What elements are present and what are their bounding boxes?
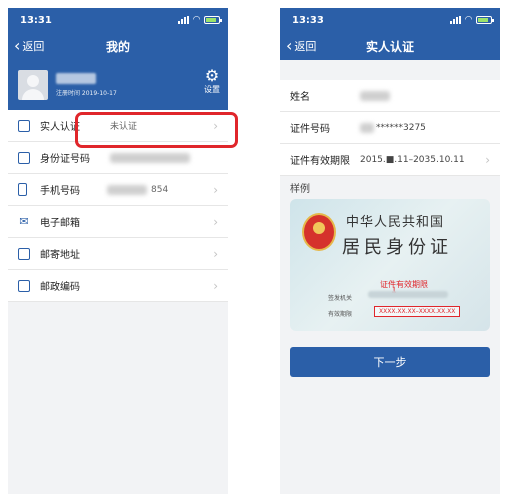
menu-label: 身份证号码 [40, 154, 90, 165]
field-validity-period[interactable]: 证件有效期限 2015.■.11–2035.10.11 › [280, 144, 500, 176]
issuer-value-redacted [368, 291, 448, 298]
issuer-label: 签发机关 [328, 295, 353, 302]
chevron-left-icon: ‹ [286, 36, 293, 55]
phone-suffix: 854 [151, 184, 169, 195]
phone-icon [18, 183, 27, 196]
nav-bar: ‹ 返回 实人认证 [280, 32, 500, 60]
profile-register-date: 注册时间 2019-10-17 [56, 90, 117, 97]
id-card-icon [18, 119, 30, 132]
menu-item-postal-code[interactable]: 邮政编码 › [8, 270, 228, 302]
redacted-value [360, 122, 374, 133]
profile-name-redacted [56, 73, 96, 84]
menu-label: 邮政编码 [40, 282, 80, 293]
chevron-right-icon: › [213, 214, 218, 229]
settings-label: 设置 [204, 85, 220, 94]
id-card-icon [18, 151, 30, 164]
back-label: 返回 [22, 40, 45, 53]
battery-icon [476, 16, 494, 24]
header: 13:33 ◠ ‹ 返回 实人认证 [280, 8, 500, 60]
redacted-value [360, 90, 390, 101]
status-bar: 13:31 ◠ [8, 8, 228, 32]
address-icon [18, 247, 30, 260]
wifi-icon: ◠ [193, 14, 200, 25]
field-label: 证件有效期限 [290, 156, 350, 167]
profile-card: 注册时间 2019-10-17 ⚙ 设置 [8, 60, 228, 110]
menu-item-phone[interactable]: 手机号码 854 › [8, 174, 228, 206]
field-value: 2015.■.11–2035.10.11 [360, 154, 465, 165]
chevron-right-icon: › [213, 246, 218, 261]
mail-icon: ✉ [19, 214, 29, 228]
field-label: 姓名 [290, 92, 310, 103]
chevron-right-icon: › [213, 182, 218, 197]
chevron-left-icon: ‹ [14, 36, 21, 55]
status-time: 13:31 [20, 14, 52, 26]
header: 13:31 ◠ ‹ 返回 我的 注册时间 2019-10-17 ⚙ 设置 [8, 8, 228, 110]
sample-section-label: 样例 [290, 184, 310, 195]
settings-button[interactable]: ⚙ 设置 [204, 68, 220, 95]
field-name: 姓名 [280, 80, 500, 112]
national-emblem-icon [302, 213, 336, 251]
card-title: 居民身份证 [342, 237, 452, 258]
phone-screen-right: 13:33 ◠ ‹ 返回 实人认证 姓名 证件号码 ******3275 证件有… [280, 8, 500, 494]
menu-label: 电子邮箱 [40, 218, 80, 229]
gear-icon: ⚙ [204, 66, 220, 85]
identity-form: 姓名 证件号码 ******3275 证件有效期限 2015.■.11–2035… [280, 80, 500, 176]
signal-icon [450, 16, 462, 24]
menu-label: 邮寄地址 [40, 250, 80, 261]
avatar[interactable] [18, 70, 48, 100]
id-card-sample: 中华人民共和国 居民身份证 证件有效期限 ↓ 签发机关 有效期限 XXXX.XX… [290, 199, 490, 331]
chevron-right-icon: › [485, 152, 490, 167]
battery-icon [204, 16, 222, 24]
nav-bar: ‹ 返回 我的 [8, 32, 228, 60]
status-bar: 13:33 ◠ [280, 8, 500, 32]
redacted-value [110, 152, 190, 163]
signal-icon [178, 16, 190, 24]
chevron-right-icon: › [213, 278, 218, 293]
wifi-icon: ◠ [465, 14, 472, 25]
menu-item-email[interactable]: ✉ 电子邮箱 › [8, 206, 228, 238]
next-step-button[interactable]: 下一步 [290, 347, 490, 377]
highlight-annotation [75, 112, 238, 148]
field-id-number: 证件号码 ******3275 [280, 112, 500, 144]
menu-item-mailing-address[interactable]: 邮寄地址 › [8, 238, 228, 270]
validity-label: 有效期限 [328, 311, 353, 318]
field-label: 证件号码 [290, 124, 330, 135]
field-value: ******3275 [376, 122, 426, 133]
redacted-value [107, 184, 147, 195]
validity-hint: 证件有效期限 [380, 280, 428, 289]
postcode-icon [18, 279, 30, 292]
phone-screen-left: 13:31 ◠ ‹ 返回 我的 注册时间 2019-10-17 ⚙ 设置 实人认… [8, 8, 228, 494]
back-label: 返回 [294, 40, 317, 53]
back-button[interactable]: ‹ 返回 [14, 38, 44, 54]
status-time: 13:33 [292, 14, 324, 26]
validity-value: XXXX.XX.XX–XXXX.XX.XX [374, 306, 461, 317]
back-button[interactable]: ‹ 返回 [286, 38, 316, 54]
card-country: 中华人民共和国 [346, 215, 445, 230]
menu-label: 手机号码 [40, 186, 80, 197]
